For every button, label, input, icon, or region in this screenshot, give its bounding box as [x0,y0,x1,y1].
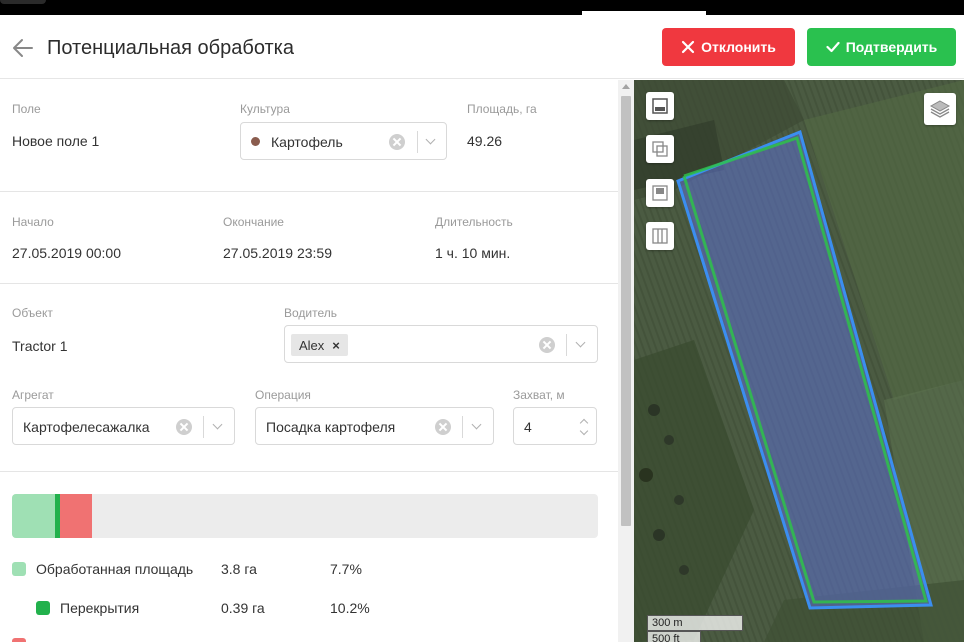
width-stepper[interactable]: 4 [513,407,597,445]
driver-clear-icon[interactable] [539,337,555,353]
width-label: Захват, м [513,388,565,402]
duration-label: Длительность [435,215,513,229]
square-icon[interactable] [646,179,674,207]
columns-icon[interactable] [646,222,674,250]
map-scale-imperial: 500 ft [647,631,701,642]
scroll-up-icon[interactable] [622,84,630,89]
implement-label: Агрегат [12,388,54,402]
field-label: Поле [12,102,41,116]
section-divider [0,471,618,472]
object-value: Tractor 1 [12,338,68,354]
chevron-down-icon[interactable] [425,134,436,145]
crop-select[interactable]: Картофель [240,122,447,160]
map-imagery [634,80,964,642]
driver-tag-remove-icon[interactable]: × [332,338,340,353]
area-label: Площадь, га [467,102,537,116]
progress-processed-segment [12,494,57,538]
close-icon [682,40,695,54]
driver-label: Водитель [284,306,338,320]
operation-select-value: Посадка картофеля [266,419,396,435]
start-value: 27.05.2019 00:00 [12,245,121,261]
coverage-progress-bar [12,494,598,538]
operation-select[interactable]: Посадка картофеля [255,407,494,445]
width-value: 4 [524,419,532,435]
map-scale-metric: 300 m [647,615,743,631]
object-label: Объект [12,306,53,320]
confirm-button[interactable]: Подтвердить [807,28,956,66]
crop-color-dot [251,137,260,146]
processed-area-percent: 7.7% [330,561,362,577]
overlap-legend-swatch [36,601,50,615]
driver-tag: Alex × [291,334,348,356]
reject-button[interactable]: Отклонить [662,28,795,66]
driver-tag-label: Alex [299,337,325,353]
operation-label: Операция [255,388,311,402]
end-value: 27.05.2019 23:59 [223,245,332,261]
chevron-down-icon[interactable] [212,419,223,430]
zoom-fit-icon[interactable] [646,92,674,120]
crop-select-separator [417,131,418,153]
details-panel: Поле Новое поле 1 Культура Картофель Пло… [0,80,618,642]
implement-select-separator [203,416,204,438]
chevron-down-icon[interactable] [575,337,586,348]
chevron-down-icon[interactable] [471,419,482,430]
panel-scrollbar[interactable] [618,80,634,642]
crop-label: Культура [240,102,290,116]
check-icon [826,41,840,53]
crop-clear-icon[interactable] [389,134,405,150]
end-label: Окончание [223,215,284,229]
implement-select[interactable]: Картофелесажалка [12,407,235,445]
overlap-percent: 10.2% [330,600,370,616]
stepper-down-icon[interactable] [579,426,589,436]
reject-button-label: Отклонить [701,39,776,55]
start-label: Начало [12,215,54,229]
processed-area-value: 3.8 га [221,561,257,577]
page-header: Потенциальная обработка Отклонить Подтве… [0,15,964,79]
confirm-button-label: Подтвердить [845,39,938,55]
area-value: 49.26 [467,133,503,149]
compare-icon[interactable] [646,135,674,163]
other-legend-swatch [12,638,26,642]
operation-select-separator [462,416,463,438]
crop-select-value: Картофель [271,134,343,150]
implement-select-value: Картофелесажалка [23,419,150,435]
section-divider [0,191,618,192]
overlap-value: 0.39 га [221,600,265,616]
back-arrow-icon[interactable] [10,35,36,61]
window-top-strip [0,0,964,15]
top-strip-handle [0,0,46,4]
field-value: Новое поле 1 [12,133,100,149]
scrollbar-thumb[interactable] [621,96,631,526]
driver-select[interactable]: Alex × [284,325,598,363]
processed-legend-swatch [12,562,26,576]
driver-select-separator [566,334,567,356]
overlap-label: Перекрытия [60,600,140,616]
implement-clear-icon[interactable] [176,419,192,435]
progress-other-segment [60,494,92,538]
duration-value: 1 ч. 10 мин. [435,245,511,261]
layers-icon[interactable] [924,93,956,125]
section-divider [0,283,618,284]
processed-area-label: Обработанная площадь [36,561,194,577]
page-title: Потенциальная обработка [47,37,294,59]
satellite-map[interactable]: 300 m 500 ft [634,80,964,642]
operation-clear-icon[interactable] [435,419,451,435]
